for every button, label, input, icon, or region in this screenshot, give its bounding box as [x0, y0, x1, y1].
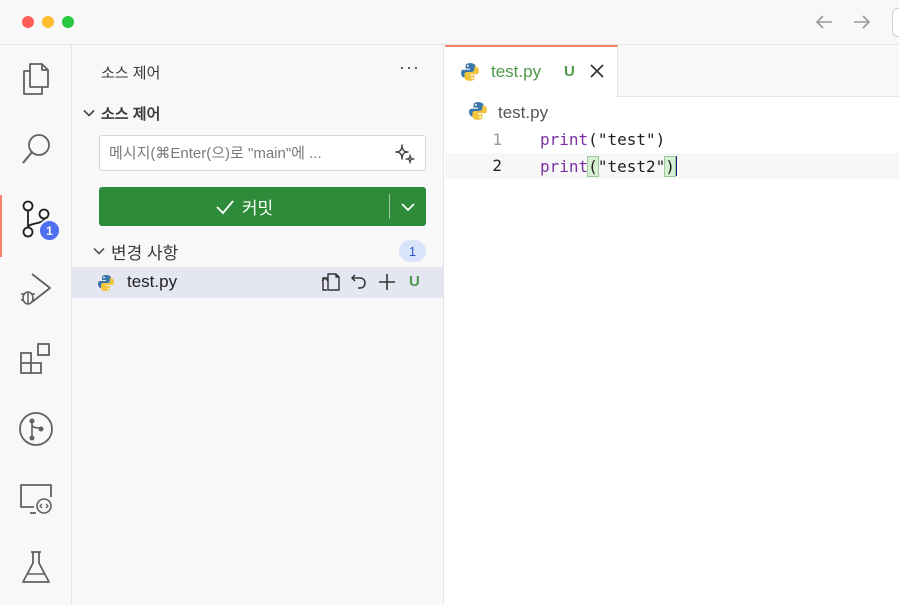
go-forward-button[interactable] [850, 10, 874, 34]
activity-testing[interactable] [0, 537, 72, 597]
changes-count-badge: 1 [399, 240, 426, 262]
file-name: test.py [127, 272, 178, 291]
paren-token: ( [588, 130, 598, 149]
tab-status-badge: U [564, 63, 575, 80]
remote-explorer-icon [20, 484, 52, 514]
tab-label: test.py [491, 62, 542, 81]
python-icon [460, 62, 480, 87]
code-editor[interactable]: 1 print("test") 2 print("test2") [445, 127, 899, 179]
source-control-badge: 1 [38, 219, 61, 242]
activity-remote-explorer[interactable] [0, 469, 72, 529]
function-token: print [540, 130, 589, 149]
code-line[interactable]: 1 print("test") [445, 127, 899, 153]
tab-bar: test.py U [445, 45, 899, 97]
panel-title: 소스 제어 [101, 65, 161, 82]
generate-commit-message-button[interactable] [393, 142, 417, 166]
search-icon [22, 134, 50, 164]
breadcrumb[interactable]: test.py [468, 101, 548, 125]
changes-label: 변경 사항 [111, 243, 179, 263]
function-token: print [540, 157, 589, 176]
chevron-down-icon [401, 202, 415, 211]
activity-explorer[interactable] [0, 49, 72, 109]
source-control-panel: 소스 제어 ··· 소스 제어 커밋 변경 사항 1 [72, 45, 444, 605]
commit-message-input[interactable] [109, 136, 384, 170]
git-graph-icon [19, 412, 53, 446]
changed-file-row[interactable]: test.py U [72, 267, 443, 298]
python-icon [468, 101, 488, 126]
plus-icon [379, 274, 395, 290]
chevron-down-icon [80, 104, 98, 122]
arrow-right-icon [854, 15, 871, 29]
files-icon [23, 63, 49, 95]
open-file-icon [321, 273, 340, 291]
commit-label: 커밋 [241, 199, 274, 218]
close-tab-button[interactable] [587, 61, 607, 81]
run-debug-icon [21, 273, 51, 305]
command-center[interactable] [892, 8, 899, 37]
sparkle-icon [395, 144, 415, 164]
chevron-down-icon [90, 242, 108, 260]
activity-search[interactable] [0, 119, 72, 179]
extensions-icon [20, 343, 50, 374]
commit-button[interactable]: 커밋 [99, 187, 389, 226]
repository-section-header[interactable]: 소스 제어 [80, 102, 160, 124]
paren-token: ) [664, 156, 676, 177]
minimize-window-button[interactable] [42, 16, 54, 28]
activity-git-graph[interactable] [0, 399, 72, 459]
line-number: 2 [492, 156, 502, 175]
close-icon [590, 64, 604, 78]
zoom-window-button[interactable] [62, 16, 74, 28]
python-icon [97, 274, 115, 297]
section-title: 소스 제어 [101, 105, 161, 123]
breadcrumb-file: test.py [498, 103, 549, 122]
code-text: print("test") [540, 130, 665, 149]
text-cursor [674, 156, 677, 176]
open-file-button[interactable] [320, 271, 342, 293]
string-token: "test2" [597, 157, 666, 176]
code-text: print("test2") [540, 156, 677, 177]
commit-message-box [99, 135, 426, 171]
stage-changes-button[interactable] [376, 271, 398, 293]
activity-source-control[interactable] [0, 189, 72, 257]
flask-icon [22, 551, 50, 583]
commit-button-group: 커밋 [99, 187, 426, 226]
paren-token: ( [587, 156, 599, 177]
changes-group-header[interactable]: 변경 사항 [90, 239, 430, 263]
tab-test-py[interactable]: test.py U [445, 45, 618, 97]
discard-changes-button[interactable] [348, 271, 370, 293]
discard-icon [350, 274, 366, 289]
check-icon [215, 198, 235, 216]
paren-token: ) [655, 130, 666, 149]
go-back-button[interactable] [812, 10, 836, 34]
code-line-current[interactable]: 2 print("test2") [445, 153, 899, 179]
commit-options-dropdown[interactable] [390, 187, 426, 226]
arrow-left-icon [815, 15, 832, 29]
untracked-status-badge: U [409, 273, 420, 290]
close-window-button[interactable] [22, 16, 34, 28]
string-token: "test" [597, 130, 656, 149]
more-actions-button[interactable]: ··· [399, 57, 420, 78]
line-number: 1 [492, 130, 502, 149]
activity-bar: 1 [0, 45, 72, 605]
editor-area: test.py U test.py 1 print("test") 2 prin… [445, 45, 899, 605]
title-bar [0, 0, 899, 45]
activity-extensions[interactable] [0, 329, 72, 389]
activity-run-debug[interactable] [0, 259, 72, 319]
